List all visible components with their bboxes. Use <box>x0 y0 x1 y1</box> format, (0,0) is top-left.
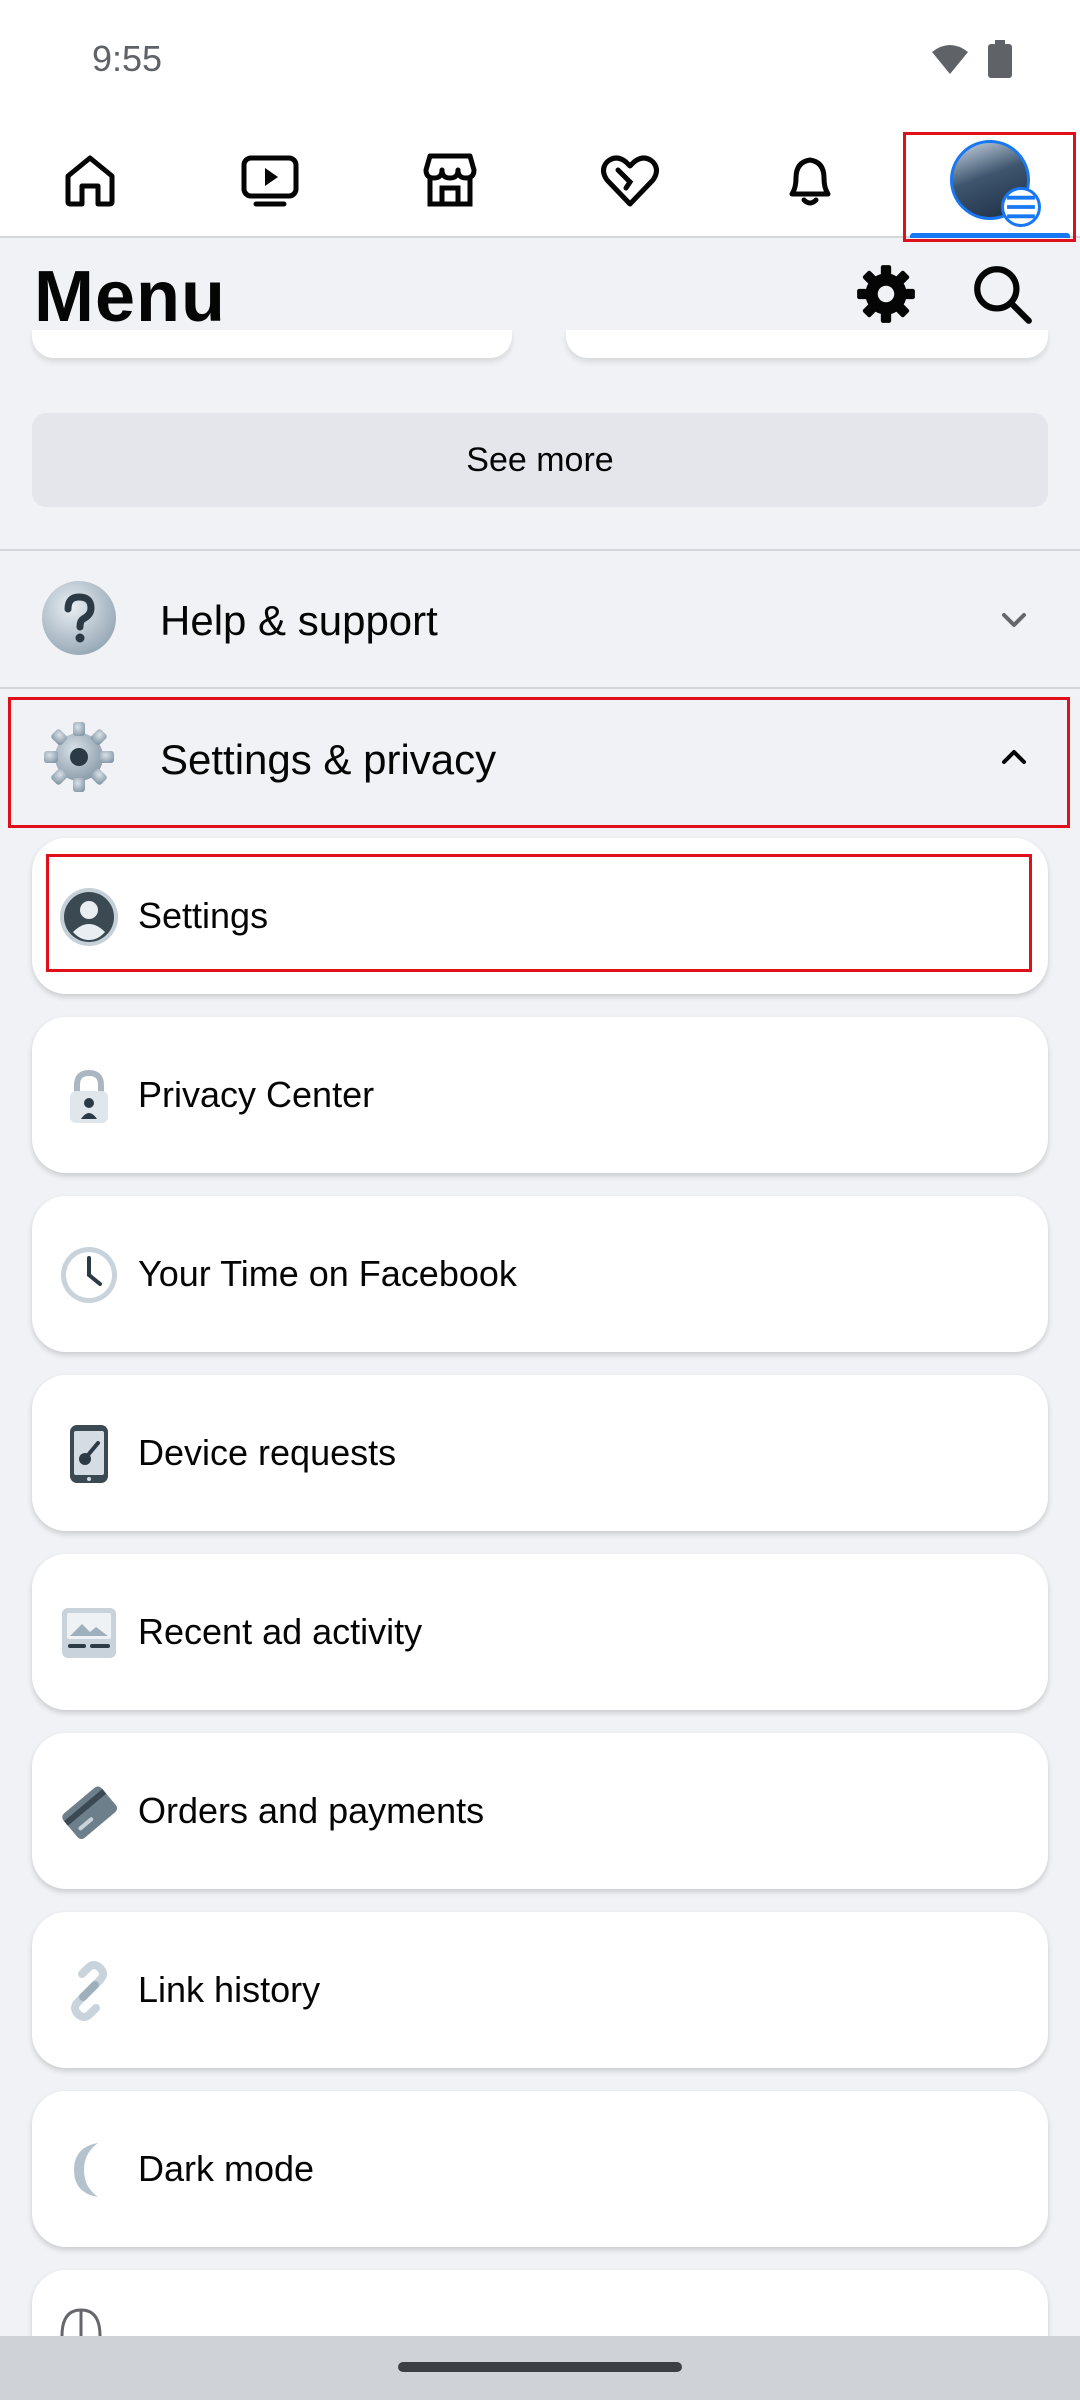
settings-item-settings[interactable]: Settings <box>32 838 1048 994</box>
settings-item-dark-mode[interactable]: Dark mode <box>32 2091 1048 2247</box>
question-mark-icon <box>42 581 116 655</box>
tab-menu[interactable] <box>900 122 1080 238</box>
help-support-section[interactable]: Help & support <box>0 553 1080 685</box>
bell-icon <box>789 157 831 206</box>
video-icon <box>241 155 299 207</box>
phone-key-icon <box>70 1425 108 1483</box>
tab-notifications[interactable] <box>720 122 900 238</box>
divider <box>0 687 1080 689</box>
settings-item-label: Dark mode <box>138 2148 315 2189</box>
card-icon <box>62 1786 118 1840</box>
settings-item-label: Settings <box>138 895 269 936</box>
settings-item-link-history[interactable]: Link history <box>32 1912 1048 2068</box>
status-icons <box>930 40 1012 78</box>
settings-item-label: Orders and payments <box>138 1790 485 1831</box>
tab-video[interactable] <box>180 122 360 238</box>
settings-gear-button[interactable] <box>846 254 926 334</box>
section-label-help: Help & support <box>160 597 438 644</box>
top-nav-bar <box>0 122 1080 238</box>
chevron-down-icon <box>1002 613 1026 627</box>
settings-item-your-time[interactable]: Your Time on Facebook <box>32 1196 1048 1352</box>
home-icon <box>65 155 115 207</box>
person-circle-icon <box>60 888 118 946</box>
ad-image-icon <box>62 1608 116 1658</box>
settings-item-label: Link history <box>138 1969 321 2010</box>
chevron-up-icon <box>1002 750 1026 764</box>
settings-item-device-requests[interactable]: Device requests <box>32 1375 1048 1531</box>
search-icon <box>974 266 1032 324</box>
settings-item-privacy-center[interactable]: Privacy Center <box>32 1017 1048 1173</box>
heart-icon <box>601 155 659 207</box>
settings-item-label: Device requests <box>138 1432 397 1473</box>
settings-item-label: Recent ad activity <box>138 1611 423 1652</box>
home-gesture-handle[interactable] <box>398 2362 682 2372</box>
tab-dating[interactable] <box>540 122 720 238</box>
battery-icon <box>988 40 1012 78</box>
divider <box>0 549 1080 551</box>
marketplace-icon <box>423 153 477 207</box>
settings-item-label: Privacy Center <box>138 1074 375 1115</box>
see-more-button[interactable]: See more <box>32 413 1048 507</box>
lock-person-icon <box>70 1069 108 1123</box>
system-gesture-bar <box>0 2336 1080 2400</box>
gear-icon <box>857 265 915 323</box>
status-bar: 9:55 <box>0 0 1080 122</box>
link-icon <box>71 1961 107 2021</box>
tab-home[interactable] <box>0 122 180 238</box>
hamburger-menu-icon <box>1001 187 1041 227</box>
clock-icon <box>61 1247 117 1303</box>
status-time: 9:55 <box>92 38 163 79</box>
settings-item-orders-payments[interactable]: Orders and payments <box>32 1733 1048 1889</box>
shortcut-card-peek <box>566 330 1048 358</box>
section-label-settings: Settings & privacy <box>160 736 497 783</box>
wifi-icon <box>932 45 968 74</box>
globe-icon <box>60 2308 102 2336</box>
settings-item-label: Your Time on Facebook <box>138 1253 517 1294</box>
gear-icon <box>44 722 114 792</box>
settings-privacy-section[interactable]: Settings & privacy <box>0 692 1080 824</box>
page-title: Menu <box>34 257 226 337</box>
search-button[interactable] <box>962 254 1042 334</box>
profile-avatar <box>950 140 1041 227</box>
moon-icon <box>74 2143 98 2197</box>
shortcut-card-peek <box>32 330 512 358</box>
tab-marketplace[interactable] <box>360 122 540 238</box>
settings-item-recent-ad-activity[interactable]: Recent ad activity <box>32 1554 1048 1710</box>
